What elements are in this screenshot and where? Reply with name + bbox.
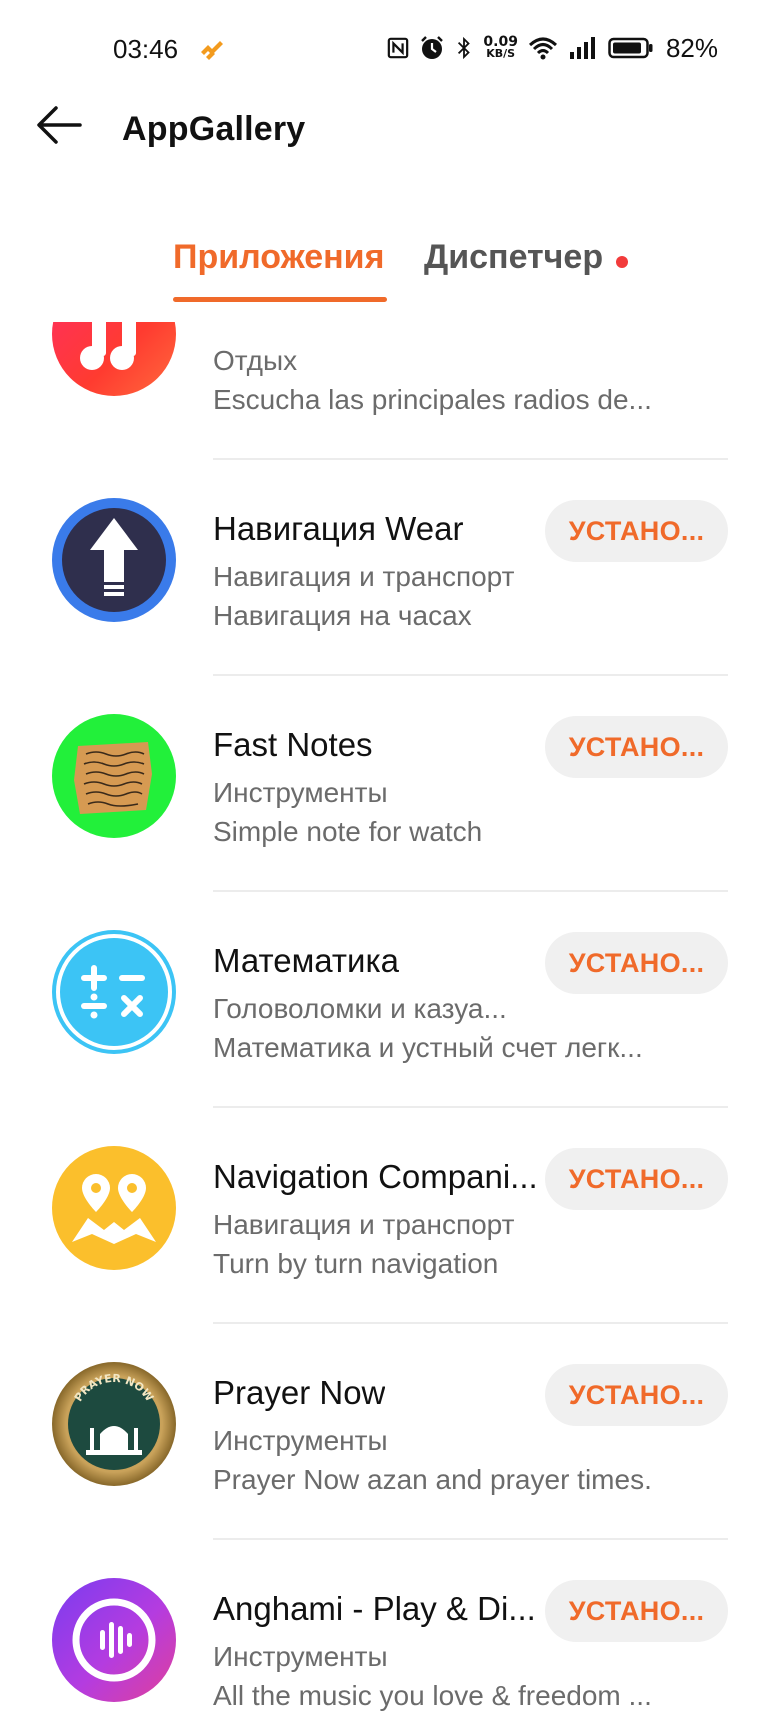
huawei-bolt-icon bbox=[201, 41, 223, 60]
list-item[interactable]: PRAYER NOW Prayer Now УСТАНО... Инструме… bbox=[0, 1322, 780, 1540]
app-name: Anghami - Play & Di... bbox=[213, 1590, 536, 1627]
app-description: Simple note for watch bbox=[213, 816, 483, 847]
app-name: Математика bbox=[213, 942, 399, 979]
list-item[interactable]: Anghami - Play & Di... УСТАНО... Инструм… bbox=[0, 1538, 780, 1733]
app-name: Navigation Compani... bbox=[213, 1158, 538, 1195]
network-speed: 0.09 KB/S bbox=[483, 35, 518, 60]
list-item[interactable]: Навигация Wear УСТАНО... Навигация и тра… bbox=[0, 458, 780, 676]
arrow-left-icon[interactable] bbox=[34, 100, 84, 150]
app-description: Навигация на часах bbox=[213, 600, 472, 631]
app-description: Математика и устный счет легк... bbox=[213, 1032, 643, 1063]
app-category: Инструменты bbox=[213, 777, 388, 808]
app-category: Инструменты bbox=[213, 1425, 388, 1456]
app-description: Prayer Now azan and prayer times. bbox=[213, 1464, 652, 1495]
app-name: Fast Notes bbox=[213, 726, 373, 763]
music-app-icon bbox=[52, 322, 176, 396]
notification-dot-icon bbox=[616, 256, 628, 268]
list-item[interactable]: Математика УСТАНО... Головоломки и казуа… bbox=[0, 890, 780, 1108]
status-bar: 03:46 0.09 KB/S 82% bbox=[0, 0, 780, 104]
battery-percent: 82% bbox=[665, 32, 718, 63]
notes-paper-icon bbox=[52, 714, 176, 838]
alarm-icon bbox=[421, 36, 444, 59]
install-button[interactable]: УСТАНО... bbox=[545, 932, 728, 994]
map-pins-icon bbox=[52, 1146, 176, 1270]
nfc-icon bbox=[388, 37, 409, 59]
install-button[interactable]: УСТАНО... bbox=[545, 1364, 728, 1426]
app-name: Prayer Now bbox=[213, 1374, 386, 1411]
install-button[interactable]: УСТАНО... bbox=[545, 1580, 728, 1642]
anghami-music-icon bbox=[52, 1578, 176, 1702]
tab-apps[interactable]: Приложения bbox=[173, 238, 384, 277]
install-button[interactable]: УСТАНО... bbox=[545, 500, 728, 562]
app-category: Навигация и транспорт bbox=[213, 561, 515, 592]
install-button[interactable]: УСТАНО... bbox=[545, 716, 728, 778]
bluetooth-icon bbox=[458, 36, 471, 60]
list-item[interactable]: Отдых Escucha las principales radios de.… bbox=[0, 322, 780, 460]
tab-manager[interactable]: Диспетчер bbox=[424, 238, 603, 277]
app-name: Навигация Wear bbox=[213, 510, 464, 547]
app-category: Инструменты bbox=[213, 1641, 388, 1672]
status-time: 03:46 bbox=[113, 34, 179, 64]
page-title: AppGallery bbox=[122, 110, 306, 148]
app-category: Отдых bbox=[213, 345, 298, 376]
cellular-signal-icon bbox=[569, 37, 595, 59]
app-list[interactable]: Отдых Escucha las principales radios de.… bbox=[0, 322, 780, 1733]
install-button[interactable]: УСТАНО... bbox=[545, 1148, 728, 1210]
app-description: All the music you love & freedom ... bbox=[213, 1680, 652, 1711]
app-category: Навигация и транспорт bbox=[213, 1209, 515, 1240]
battery-icon bbox=[608, 37, 653, 59]
mosque-icon: PRAYER NOW bbox=[52, 1362, 176, 1486]
app-description: Escucha las principales radios de... bbox=[213, 384, 652, 415]
math-operators-icon bbox=[52, 930, 176, 1054]
status-icons: 0.09 KB/S 82% bbox=[387, 30, 718, 66]
app-description: Turn by turn navigation bbox=[213, 1248, 499, 1279]
list-item[interactable]: Fast Notes УСТАНО... Инструменты Simple … bbox=[0, 674, 780, 892]
tab-active-indicator bbox=[173, 297, 387, 302]
tab-bar: Приложения Диспетчер bbox=[0, 234, 780, 306]
navigation-arrow-icon bbox=[52, 498, 176, 622]
net-speed-unit: KB/S bbox=[486, 47, 516, 60]
app-category: Головоломки и казуа... bbox=[213, 993, 507, 1024]
wifi-icon bbox=[528, 37, 557, 60]
list-item[interactable]: Navigation Compani... УСТАНО... Навигаци… bbox=[0, 1106, 780, 1324]
